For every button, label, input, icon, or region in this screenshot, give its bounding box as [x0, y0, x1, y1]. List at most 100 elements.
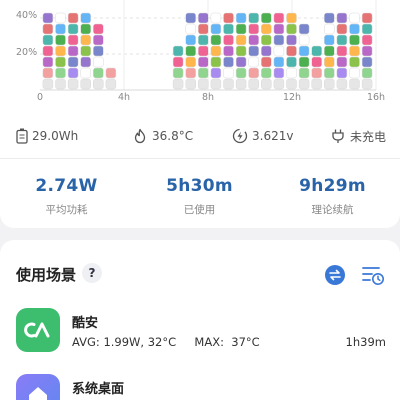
app-usage-block: [261, 67, 272, 79]
app-usage-block: [311, 78, 322, 90]
app-usage-block: [349, 78, 360, 90]
app-usage-block: [286, 56, 297, 68]
app-usage-block: [261, 78, 272, 90]
help-button[interactable]: ?: [82, 263, 102, 283]
app-usage-block: [286, 23, 297, 35]
app-usage-block: [273, 56, 285, 68]
app-usage-block: [336, 78, 348, 90]
app-usage-block: [185, 78, 196, 90]
plug-icon: [332, 129, 344, 143]
chart-bar: [248, 12, 259, 90]
app-usage-block: [235, 45, 247, 57]
app-usage-block: [93, 45, 104, 57]
app-usage-block: [210, 23, 222, 35]
app-usage-block: [324, 45, 335, 57]
app-usage-block: [273, 34, 285, 46]
app-usage-block: [55, 78, 66, 90]
chart-bar: [223, 12, 234, 90]
app-row-coolapk[interactable]: 酷安 AVG: 1.99W, 32°C MAX: 37°C 1h39m: [0, 306, 400, 356]
app-usage-block: [298, 67, 310, 79]
app-usage-block: [223, 56, 234, 68]
app-usage-block: [55, 56, 66, 68]
chart-bar: [324, 12, 335, 90]
chart-bar: [336, 12, 348, 90]
app-usage-block: [349, 67, 360, 79]
app-usage-block: [261, 12, 272, 24]
chart-bar: [311, 45, 322, 90]
app-usage-block: [172, 45, 184, 57]
app-usage-block: [273, 23, 285, 35]
app-usage-block: [261, 45, 272, 57]
chart-bar: [298, 23, 310, 90]
app-usage-block: [324, 56, 335, 68]
y-tick-label: 40%: [16, 10, 38, 21]
app-usage-block: [80, 12, 91, 24]
app-usage-block: [336, 56, 348, 68]
charge-status: 未充电: [350, 129, 387, 144]
app-usage-block: [361, 56, 373, 68]
metric-label: 理论续航: [311, 204, 354, 216]
app-usage-block: [93, 34, 104, 46]
app-usage-block: [361, 45, 373, 57]
estimated-runtime-metric: 9h29m 理论续航: [266, 176, 399, 217]
app-usage-block: [349, 34, 360, 46]
app-usage-block: [261, 56, 272, 68]
app-usage-block: [361, 12, 373, 24]
app-usage-block: [361, 23, 373, 35]
chart-bar: [172, 45, 184, 90]
app-usage-block: [42, 67, 54, 79]
app-usage-block: [93, 78, 104, 90]
app-usage-block: [185, 12, 196, 24]
app-usage-block: [80, 23, 91, 35]
app-usage-block: [80, 34, 91, 46]
chart-bar: [105, 67, 117, 90]
filter-history-icon[interactable]: [361, 264, 385, 286]
app-usage-block: [198, 56, 209, 68]
app-row-launcher[interactable]: 系统桌面: [0, 372, 400, 400]
charge-stat: 未充电: [330, 124, 386, 148]
app-usage-block: [210, 67, 222, 79]
app-usage-block: [235, 12, 247, 24]
app-usage-block: [93, 56, 104, 68]
app-name: 系统桌面: [72, 382, 125, 397]
metric-value: 9h29m: [299, 176, 366, 196]
app-usage-block: [172, 67, 184, 79]
chart-bar: [67, 12, 79, 90]
usage-chart: 40% 20% 0 4h 8h 12h 16h: [0, 0, 400, 112]
app-usage-block: [324, 23, 335, 35]
x-tick-label: 4h: [117, 92, 131, 103]
app-usage-block: [198, 45, 209, 57]
app-usage-block: [210, 78, 222, 90]
app-name: 酷安: [72, 316, 99, 331]
app-usage-block: [286, 78, 297, 90]
app-usage-block: [273, 45, 285, 57]
app-usage-block: [248, 12, 259, 24]
app-usage-block: [42, 78, 54, 90]
app-usage-block: [349, 23, 360, 35]
temperature-stat: 36.8°C: [132, 124, 193, 148]
app-usage-block: [286, 67, 297, 79]
chart-bar: [273, 12, 285, 90]
app-usage-block: [361, 78, 373, 90]
energy-stat: 29.0Wh: [16, 124, 78, 148]
app-usage-block: [42, 23, 54, 35]
app-usage-block: [55, 67, 66, 79]
x-tick-label: 12h: [282, 92, 302, 103]
app-usage-block: [80, 67, 91, 79]
app-usage-block: [349, 56, 360, 68]
app-usage-block: [261, 23, 272, 35]
sort-icon[interactable]: [324, 264, 346, 286]
app-usage-block: [198, 67, 209, 79]
app-usage-block: [67, 56, 79, 68]
app-usage-block: [298, 78, 310, 90]
energy-value: 29.0Wh: [32, 129, 79, 143]
used-time-metric: 5h30m 已使用: [133, 176, 266, 217]
app-usage-block: [105, 67, 117, 79]
chart-bar: [261, 12, 272, 90]
app-usage-block: [223, 78, 234, 90]
battery-summary-card: 40% 20% 0 4h 8h 12h 16h 29.0Wh 36.8°C 3.…: [0, 0, 400, 228]
app-usage-block: [55, 12, 66, 24]
app-usage-block: [349, 45, 360, 57]
app-usage-block: [261, 34, 272, 46]
app-usage-block: [336, 12, 348, 24]
